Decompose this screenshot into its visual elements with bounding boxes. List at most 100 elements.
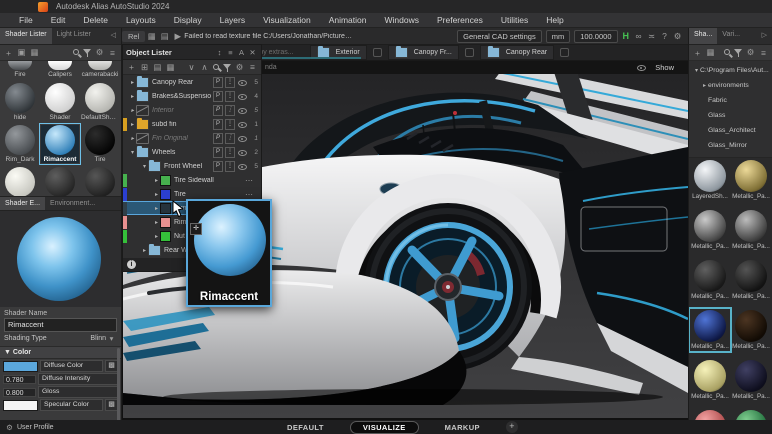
library-thumb[interactable] xyxy=(732,410,770,420)
grid-icon[interactable]: ▦ xyxy=(145,31,158,42)
property-label-button[interactable]: Gloss xyxy=(38,386,118,398)
visibility-eye-icon[interactable] xyxy=(237,134,248,142)
menu-edit[interactable]: Edit xyxy=(42,15,75,25)
library-thumb[interactable]: Metallic_Pa... xyxy=(732,360,770,400)
expander-icon[interactable]: ▸ xyxy=(129,107,136,114)
shading-type-row[interactable]: Shading Type Blinn ▾ xyxy=(4,334,117,343)
library-tree-row-2[interactable]: Fabric xyxy=(689,93,772,108)
expander-icon[interactable]: ▸ xyxy=(129,121,136,128)
library-thumb[interactable]: Metallic_Pa... xyxy=(691,360,729,400)
visibility-eye-icon[interactable] xyxy=(237,162,248,170)
tree-row-wheels[interactable]: ▾WheelsP⋮2 xyxy=(123,145,261,159)
info-icon[interactable]: i xyxy=(127,260,136,269)
library-thumb[interactable] xyxy=(691,410,729,420)
menu-utilities[interactable]: Utilities xyxy=(492,15,537,25)
gear-icon[interactable]: ⚙ xyxy=(671,31,684,42)
menu-visualization[interactable]: Visualization xyxy=(254,15,320,25)
library-thumb[interactable]: Metallic_Pa... xyxy=(691,210,729,250)
tree-row-fin-original[interactable]: ▸Fin OriginalP⋮1 xyxy=(123,131,261,145)
collapse-icon[interactable]: ∨ xyxy=(185,62,198,73)
filter-icon[interactable] xyxy=(222,62,233,73)
tab-shader-editor-0[interactable]: Shader E... xyxy=(0,197,45,210)
pick-state-box[interactable]: P xyxy=(213,105,223,116)
expander-icon[interactable]: ▸ xyxy=(701,82,708,89)
property-label-button[interactable]: Specular Color xyxy=(40,399,103,411)
pick-state-box[interactable]: P xyxy=(213,91,223,102)
menu-display[interactable]: Display xyxy=(165,15,211,25)
shader-thumb[interactable]: Tire xyxy=(81,125,119,163)
tree-row-brakes-suspensio[interactable]: ▸Brakes&SuspensioP⋮4 xyxy=(123,89,261,103)
library-thumb[interactable]: Metallic_Pa... xyxy=(732,160,770,200)
pick-state-box[interactable]: P xyxy=(213,161,223,172)
transform-box[interactable]: ⋮ xyxy=(225,91,235,102)
shader-name-input[interactable]: Rimaccent xyxy=(4,318,117,332)
library-thumb[interactable]: LayeredSh... xyxy=(691,160,729,200)
property-value-field[interactable]: 0.780 xyxy=(3,375,36,384)
scene-tab-1[interactable]: Canopy Fr... xyxy=(388,45,459,60)
shader-thumb-cut[interactable]: Fire xyxy=(1,61,39,78)
window-control-icon[interactable]: A xyxy=(236,48,247,57)
tab-shader-lister-1[interactable]: Light Lister xyxy=(52,28,96,44)
workflow-default[interactable]: DEFAULT xyxy=(287,423,324,432)
menu-delete[interactable]: Delete xyxy=(74,15,117,25)
gear-icon[interactable]: ⚙ xyxy=(233,62,246,73)
list-icon[interactable]: ▤ xyxy=(158,31,171,42)
units-select[interactable]: mm xyxy=(546,30,571,43)
menu-help[interactable]: Help xyxy=(537,15,572,25)
transform-box[interactable]: ⋮ xyxy=(225,105,235,116)
transform-box[interactable]: ⋮ xyxy=(225,161,235,172)
shader-thumb[interactable]: DefaultShad... xyxy=(81,83,119,121)
library-play-icon[interactable]: ▷ xyxy=(757,28,772,44)
trash-icon[interactable]: ▦ xyxy=(164,62,177,73)
scrollbar[interactable] xyxy=(117,348,120,420)
transform-box[interactable]: ⋮ xyxy=(225,133,235,144)
library-thumb[interactable]: Metallic_Pa... xyxy=(691,260,729,300)
search-icon[interactable] xyxy=(722,47,733,58)
play-icon[interactable]: ▶ xyxy=(171,31,184,42)
tab-shader-editor-1[interactable]: Environment... xyxy=(45,197,100,210)
rel-toggle[interactable]: Rel xyxy=(122,31,145,42)
help-icon[interactable]: ? xyxy=(658,31,671,41)
more-dots[interactable]: ⋯ xyxy=(245,190,253,199)
scene-tab-2[interactable]: Canopy Rear xyxy=(480,45,554,60)
pick-state-box[interactable]: P xyxy=(213,147,223,158)
library-tree-row-3[interactable]: Glass xyxy=(689,108,772,123)
filter-icon[interactable] xyxy=(82,47,93,58)
window-control-icon[interactable]: ↕ xyxy=(214,48,225,57)
library-tree-row-5[interactable]: Glass_Mirror xyxy=(689,138,772,153)
expander-icon[interactable]: ▸ xyxy=(153,191,160,198)
expander-icon[interactable]: ▸ xyxy=(141,247,148,254)
link-icon[interactable]: ∞ xyxy=(632,31,645,41)
menu-icon[interactable]: ≡ xyxy=(246,62,259,72)
visibility-eye-icon[interactable] xyxy=(237,92,248,100)
expander-icon[interactable]: ▸ xyxy=(153,233,160,240)
gear-icon[interactable]: ⚙ xyxy=(744,47,757,58)
expander-icon[interactable]: ▸ xyxy=(129,93,136,100)
expander-icon[interactable]: ▾ xyxy=(141,163,148,170)
color-swatch[interactable] xyxy=(3,400,38,411)
tree-row-tire-sidewall[interactable]: ▸Tire Sidewall⋯ xyxy=(123,173,261,187)
tab-badge-icon[interactable] xyxy=(373,48,382,57)
expander-icon[interactable]: ▸ xyxy=(153,205,160,212)
shader-thumb-cut[interactable]: camerabacki xyxy=(81,61,119,78)
pick-state-box[interactable]: P xyxy=(213,119,223,130)
tree-row-front-wheel[interactable]: ▾Front WheelP⋮5 xyxy=(123,159,261,173)
expander-icon[interactable]: ▾ xyxy=(129,149,136,156)
expand-icon[interactable]: ∧ xyxy=(198,62,211,73)
menu-layers[interactable]: Layers xyxy=(211,15,255,25)
pick-state-box[interactable]: P xyxy=(213,77,223,88)
unlink-icon[interactable]: ≍ xyxy=(645,31,658,42)
new-layer-icon[interactable]: ⊞ xyxy=(138,62,151,73)
tab-library-1[interactable]: Vari... xyxy=(717,28,745,44)
menu-icon[interactable]: ≡ xyxy=(106,48,119,58)
menu-preferences[interactable]: Preferences xyxy=(428,15,492,25)
library-tree-row-1[interactable]: ▸environments xyxy=(689,78,772,93)
tree-row-canopy-rear[interactable]: ▸Canopy RearP⋮5 xyxy=(123,75,261,89)
search-icon[interactable] xyxy=(211,62,222,73)
transform-box[interactable]: ⋮ xyxy=(225,147,235,158)
library-tree-row-4[interactable]: Glass_Architect xyxy=(689,123,772,138)
shader-thumb[interactable] xyxy=(81,167,119,196)
add-icon[interactable]: + xyxy=(691,48,704,58)
tab-badge-icon[interactable] xyxy=(465,48,474,57)
add-workflow-button[interactable]: + xyxy=(506,421,518,433)
